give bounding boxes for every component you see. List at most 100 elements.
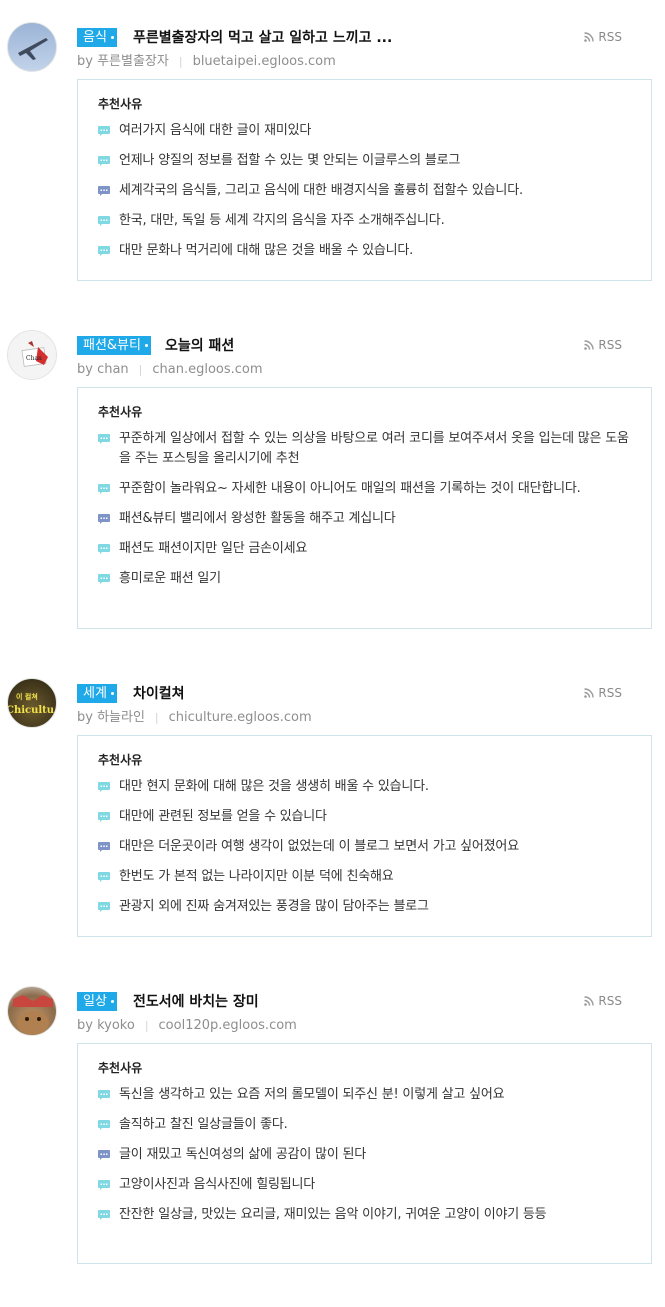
rss-icon xyxy=(584,996,595,1006)
blog-entry: 음식 푸른별출장자의 먹고 살고 일하고 느끼고 ... RSS by 푸른별출… xyxy=(0,22,665,282)
category-tag[interactable]: 일상 xyxy=(77,992,117,1011)
reason-text: 세계각국의 음식들, 그리고 음식에 대한 배경지식을 훌륭히 접할수 있습니다… xyxy=(119,183,523,198)
reason-text: 한번도 가 본적 없는 나라이지만 이분 덕에 친숙해요 xyxy=(119,869,394,884)
rss-icon xyxy=(584,32,595,42)
blog-entry: 일상 전도서에 바치는 장미 RSS by kyoko | cool120p.egl… xyxy=(0,986,665,1266)
reason-title: 추천사유 xyxy=(98,1061,143,1075)
blog-entry: 이 컬쳐 Chicultu 세계 차이컬쳐 RSS by 하늘라인 | chicul… xyxy=(0,678,665,938)
blog-url[interactable]: chiculture.egloos.com xyxy=(169,710,312,725)
byline: by chan | chan.egloos.com xyxy=(77,360,263,380)
avatar-label: Chan xyxy=(26,355,42,362)
byline: by 하늘라인 | chiculture.egloos.com xyxy=(77,708,312,728)
reason-text: 꾸준함이 놀라워요~ 자세한 내용이 아니어도 매일의 패션을 기록하는 것이 … xyxy=(119,481,581,496)
reason-title: 추천사유 xyxy=(98,405,143,419)
speech-bubble-icon xyxy=(98,1120,110,1130)
speech-bubble-icon xyxy=(98,216,110,226)
speech-bubble-icon xyxy=(98,246,110,256)
category-tag[interactable]: 패션&뷰티 xyxy=(77,336,151,355)
reason-item: 언제나 양질의 정보를 접할 수 있는 몇 안되는 이글루스의 블로그 xyxy=(98,151,631,171)
reason-text: 대만 문화나 먹거리에 대해 많은 것을 배울 수 있습니다. xyxy=(119,243,414,258)
blog-url[interactable]: chan.egloos.com xyxy=(152,362,262,377)
category-tag[interactable]: 음식 xyxy=(77,28,117,47)
rss-link[interactable]: RSS xyxy=(584,994,622,1008)
rss-link[interactable]: RSS xyxy=(584,30,622,44)
recommendation-box: 추천사유 여러가지 음식에 대한 글이 재미있다 언제나 양질의 정보를 접할 … xyxy=(77,79,652,281)
reason-item: 관광지 외에 진짜 숨겨져있는 풍경을 많이 담아주는 블로그 xyxy=(98,897,631,917)
reason-item: 고양이사진과 음식사진에 힐링됩니다 xyxy=(98,1175,631,1195)
blog-title[interactable]: 푸른별출장자의 먹고 살고 일하고 느끼고 ... xyxy=(133,27,392,49)
blog-title[interactable]: 전도서에 바치는 장미 xyxy=(133,991,259,1013)
speech-bubble-icon xyxy=(98,574,110,584)
reason-item: 패션도 패션이지만 일단 금손이세요 xyxy=(98,539,631,559)
reason-item: 한국, 대만, 독일 등 세계 각지의 음식을 자주 소개해주십니다. xyxy=(98,211,631,231)
blog-title[interactable]: 오늘의 패션 xyxy=(165,335,234,357)
avatar[interactable] xyxy=(7,22,57,72)
rss-label: RSS xyxy=(598,994,622,1008)
reason-item: 세계각국의 음식들, 그리고 음식에 대한 배경지식을 훌륭히 접할수 있습니다… xyxy=(98,181,631,201)
speech-bubble-icon xyxy=(98,902,110,912)
speech-bubble-icon xyxy=(98,782,110,792)
blog-url[interactable]: bluetaipei.egloos.com xyxy=(193,54,336,69)
speech-bubble-icon xyxy=(98,156,110,166)
speech-bubble-icon xyxy=(98,186,110,196)
blog-title[interactable]: 차이컬쳐 xyxy=(133,683,185,705)
reason-item: 패션&뷰티 밸리에서 왕성한 활동을 해주고 계십니다 xyxy=(98,509,631,529)
divider: | xyxy=(178,55,183,68)
kyoko-avatar-image xyxy=(13,995,53,1035)
rss-label: RSS xyxy=(598,30,622,44)
speech-bubble-icon xyxy=(98,1210,110,1220)
rss-link[interactable]: RSS xyxy=(584,338,622,352)
reason-text: 대만에 관련된 정보를 얻을 수 있습니다 xyxy=(119,809,327,824)
byline: by 푸른별출장자 | bluetaipei.egloos.com xyxy=(77,52,336,72)
byline: by kyoko | cool120p.egloos.com xyxy=(77,1016,297,1036)
rss-label: RSS xyxy=(598,686,622,700)
reason-item: 대만은 더운곳이라 여행 생각이 없었는데 이 블로그 보면서 가고 싶어졌어요 xyxy=(98,837,631,857)
avatar-label: 이 컬쳐 xyxy=(16,692,38,701)
recommendation-box: 추천사유 꾸준하게 일상에서 접할 수 있는 의상을 바탕으로 여러 코디를 보… xyxy=(77,387,652,629)
reason-item: 대만 문화나 먹거리에 대해 많은 것을 배울 수 있습니다. xyxy=(98,241,631,261)
speech-bubble-icon xyxy=(98,1180,110,1190)
rss-label: RSS xyxy=(598,338,622,352)
speech-bubble-icon xyxy=(98,1090,110,1100)
speech-bubble-icon xyxy=(98,126,110,136)
airplane-icon xyxy=(18,38,48,60)
rss-icon xyxy=(584,340,595,350)
reason-text: 대만 현지 문화에 대해 많은 것을 생생히 배울 수 있습니다. xyxy=(119,779,429,794)
author[interactable]: by kyoko xyxy=(77,1018,135,1033)
category-tag[interactable]: 세계 xyxy=(77,684,117,703)
reason-item: 한번도 가 본적 없는 나라이지만 이분 덕에 친숙해요 xyxy=(98,867,631,887)
reason-title: 추천사유 xyxy=(98,753,143,767)
speech-bubble-icon xyxy=(98,1150,110,1160)
speech-bubble-icon xyxy=(98,812,110,822)
author[interactable]: by 하늘라인 xyxy=(77,710,145,725)
avatar[interactable] xyxy=(7,986,57,1036)
reason-text: 잔잔한 일상글, 맛있는 요리글, 재미있는 음악 이야기, 귀여운 고양이 이… xyxy=(119,1207,547,1222)
speech-bubble-icon xyxy=(98,842,110,852)
reason-item: 대만 현지 문화에 대해 많은 것을 생생히 배울 수 있습니다. xyxy=(98,777,631,797)
speech-bubble-icon xyxy=(98,544,110,554)
reason-item: 대만에 관련된 정보를 얻을 수 있습니다 xyxy=(98,807,631,827)
blog-url[interactable]: cool120p.egloos.com xyxy=(159,1018,297,1033)
reason-text: 대만은 더운곳이라 여행 생각이 없었는데 이 블로그 보면서 가고 싶어졌어요 xyxy=(119,839,519,854)
avatar[interactable]: Chan xyxy=(7,330,57,380)
divider: | xyxy=(144,1019,149,1032)
reason-title: 추천사유 xyxy=(98,97,143,111)
author[interactable]: by chan xyxy=(77,362,129,377)
reason-text: 꾸준하게 일상에서 접할 수 있는 의상을 바탕으로 여러 코디를 보여주셔서 … xyxy=(119,431,629,466)
blog-entry: Chan 패션&뷰티 오늘의 패션 RSS by chan | chan.egloo… xyxy=(0,330,665,630)
reason-item: 솔직하고 찰진 일상글들이 좋다. xyxy=(98,1115,631,1135)
reason-text: 언제나 양질의 정보를 접할 수 있는 몇 안되는 이글루스의 블로그 xyxy=(119,153,461,168)
reason-item: 여러가지 음식에 대한 글이 재미있다 xyxy=(98,121,631,141)
reason-text: 고양이사진과 음식사진에 힐링됩니다 xyxy=(119,1177,316,1192)
reason-text: 독신을 생각하고 있는 요즘 저의 롤모델이 되주신 분! 이렇게 살고 싶어요 xyxy=(119,1087,505,1102)
reason-item: 흥미로운 패션 일기 xyxy=(98,569,631,589)
rss-link[interactable]: RSS xyxy=(584,686,622,700)
reason-text: 패션&뷰티 밸리에서 왕성한 활동을 해주고 계십니다 xyxy=(119,511,396,526)
reason-text: 흥미로운 패션 일기 xyxy=(119,571,221,586)
recommendation-box: 추천사유 독신을 생각하고 있는 요즘 저의 롤모델이 되주신 분! 이렇게 살… xyxy=(77,1043,652,1264)
avatar[interactable]: 이 컬쳐 Chicultu xyxy=(7,678,57,728)
rss-icon xyxy=(584,688,595,698)
divider: | xyxy=(138,363,143,376)
author[interactable]: by 푸른별출장자 xyxy=(77,54,169,69)
speech-bubble-icon xyxy=(98,514,110,524)
